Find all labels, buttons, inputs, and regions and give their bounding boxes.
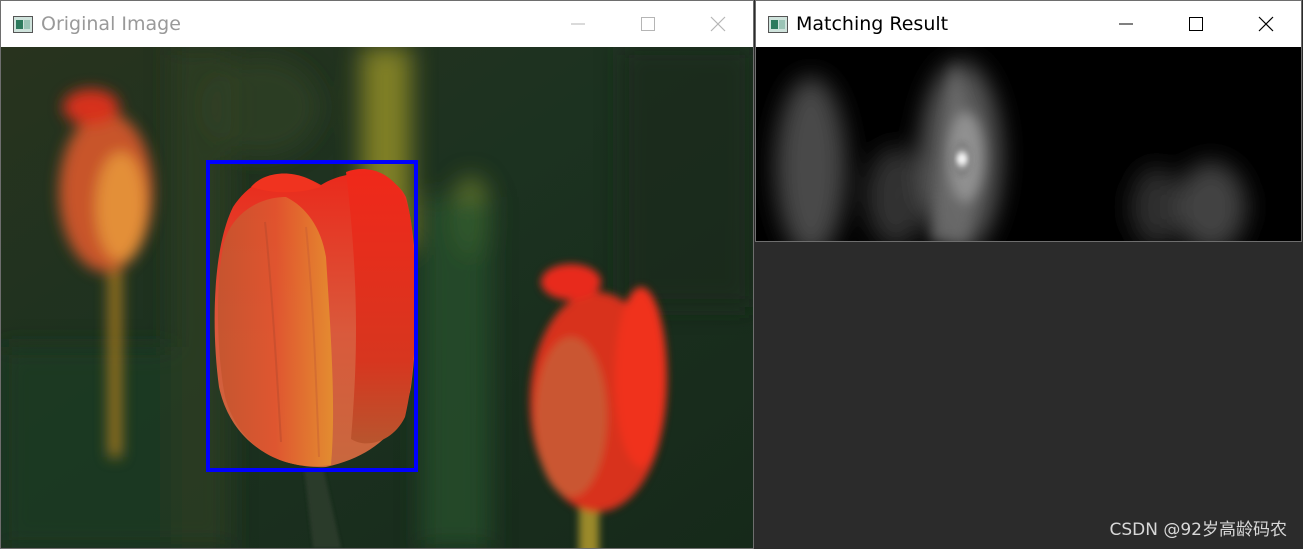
minimize-icon (571, 23, 585, 25)
original-image-titlebar[interactable]: Original Image (1, 1, 753, 47)
minimize-button[interactable] (1091, 1, 1161, 47)
match-heatmap (756, 47, 1301, 241)
app-icon (768, 15, 788, 33)
close-icon (1258, 16, 1274, 32)
matching-result-titlebar[interactable]: Matching Result (756, 1, 1301, 47)
matching-result-canvas (756, 47, 1301, 241)
app-icon (13, 15, 33, 33)
maximize-button[interactable] (613, 1, 683, 47)
window-title: Matching Result (796, 13, 949, 35)
matching-result-window: Matching Result (755, 0, 1302, 242)
original-image-canvas (1, 47, 753, 548)
maximize-icon (641, 17, 655, 31)
close-button[interactable] (683, 1, 753, 47)
watermark: CSDN @92岁高龄码农 (1109, 520, 1287, 540)
minimize-icon (1119, 23, 1133, 25)
tulip-photo (1, 47, 753, 548)
close-button[interactable] (1231, 1, 1301, 47)
maximize-button[interactable] (1161, 1, 1231, 47)
maximize-icon (1189, 17, 1203, 31)
original-image-window: Original Image (0, 0, 754, 549)
minimize-button[interactable] (543, 1, 613, 47)
window-title: Original Image (41, 13, 181, 35)
close-icon (710, 16, 726, 32)
